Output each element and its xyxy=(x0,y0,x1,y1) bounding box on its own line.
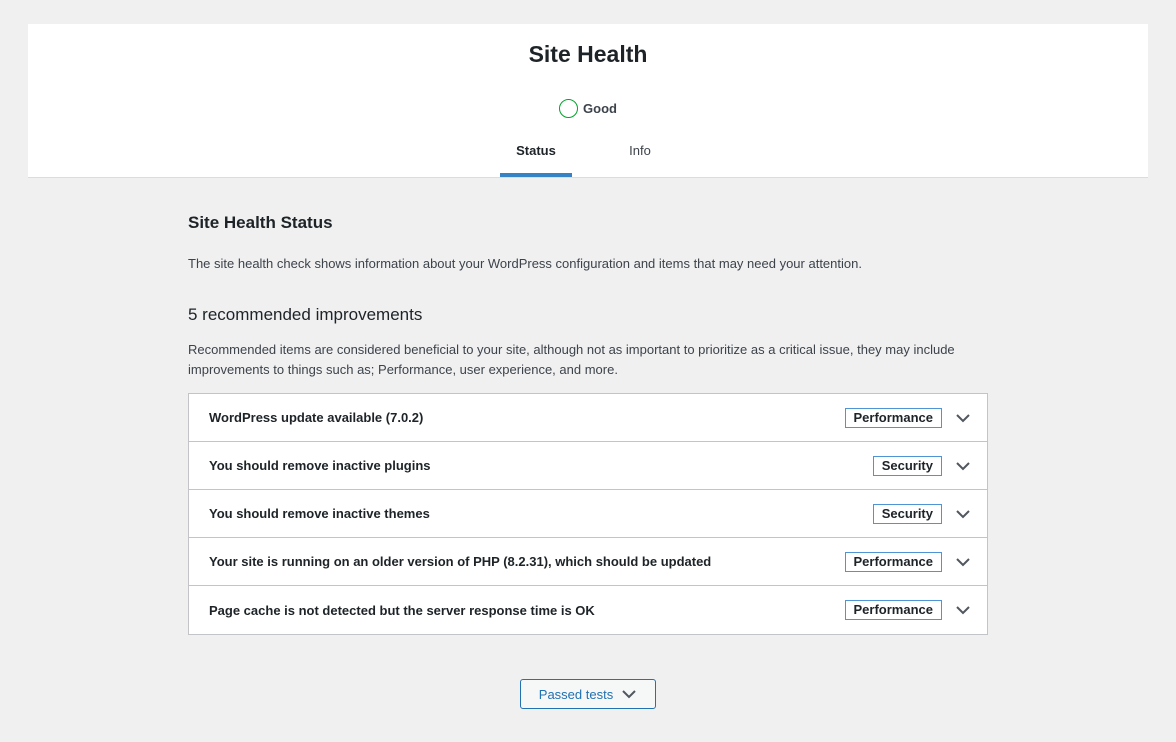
passed-tests-button[interactable]: Passed tests xyxy=(520,679,656,709)
accordion-item-title: You should remove inactive plugins xyxy=(209,458,431,473)
chevron-down-icon[interactable] xyxy=(955,506,971,522)
recommended-description: Recommended items are considered benefic… xyxy=(188,342,955,377)
main-content: Site Health Status The site health check… xyxy=(188,212,988,635)
category-badge: Security xyxy=(872,503,942,524)
health-status: Good xyxy=(28,99,1148,118)
chevron-down-icon[interactable] xyxy=(955,554,971,570)
status-label: Good xyxy=(583,101,617,116)
accordion-item-title: Your site is running on an older version… xyxy=(209,554,712,569)
site-health-header: Site Health Good Status Info xyxy=(28,24,1148,178)
category-badge: Performance xyxy=(844,407,942,428)
chevron-down-icon xyxy=(622,690,636,699)
accordion-item-inactive-themes[interactable]: You should remove inactive themes Securi… xyxy=(189,490,987,538)
chevron-down-icon[interactable] xyxy=(955,602,971,618)
accordion-item-php-version[interactable]: Your site is running on an older version… xyxy=(189,538,987,586)
accordion-item-inactive-plugins[interactable]: You should remove inactive plugins Secur… xyxy=(189,442,987,490)
tab-status[interactable]: Status xyxy=(500,128,572,177)
recommended-count-title: 5 recommended improvements xyxy=(188,305,423,324)
section-description: The site health check shows information … xyxy=(188,256,862,271)
page-title: Site Health xyxy=(528,41,648,67)
recommended-accordion: WordPress update available (7.0.2) Perfo… xyxy=(188,393,988,635)
category-badge: Security xyxy=(872,455,942,476)
accordion-item-wordpress-update[interactable]: WordPress update available (7.0.2) Perfo… xyxy=(189,394,987,442)
chevron-down-icon[interactable] xyxy=(955,458,971,474)
passed-tests-label: Passed tests xyxy=(538,686,614,702)
status-ring-icon xyxy=(559,99,579,118)
accordion-item-title: You should remove inactive themes xyxy=(209,506,430,521)
accordion-item-page-cache[interactable]: Page cache is not detected but the serve… xyxy=(189,586,987,634)
accordion-item-title: WordPress update available (7.0.2) xyxy=(209,410,424,425)
category-badge: Performance xyxy=(844,600,942,620)
section-title: Site Health Status xyxy=(188,213,333,232)
category-badge: Performance xyxy=(844,551,942,572)
tab-bar: Status Info xyxy=(28,128,1148,178)
accordion-item-title: Page cache is not detected but the serve… xyxy=(209,602,595,618)
tab-info[interactable]: Info xyxy=(620,128,660,177)
chevron-down-icon[interactable] xyxy=(955,410,971,426)
